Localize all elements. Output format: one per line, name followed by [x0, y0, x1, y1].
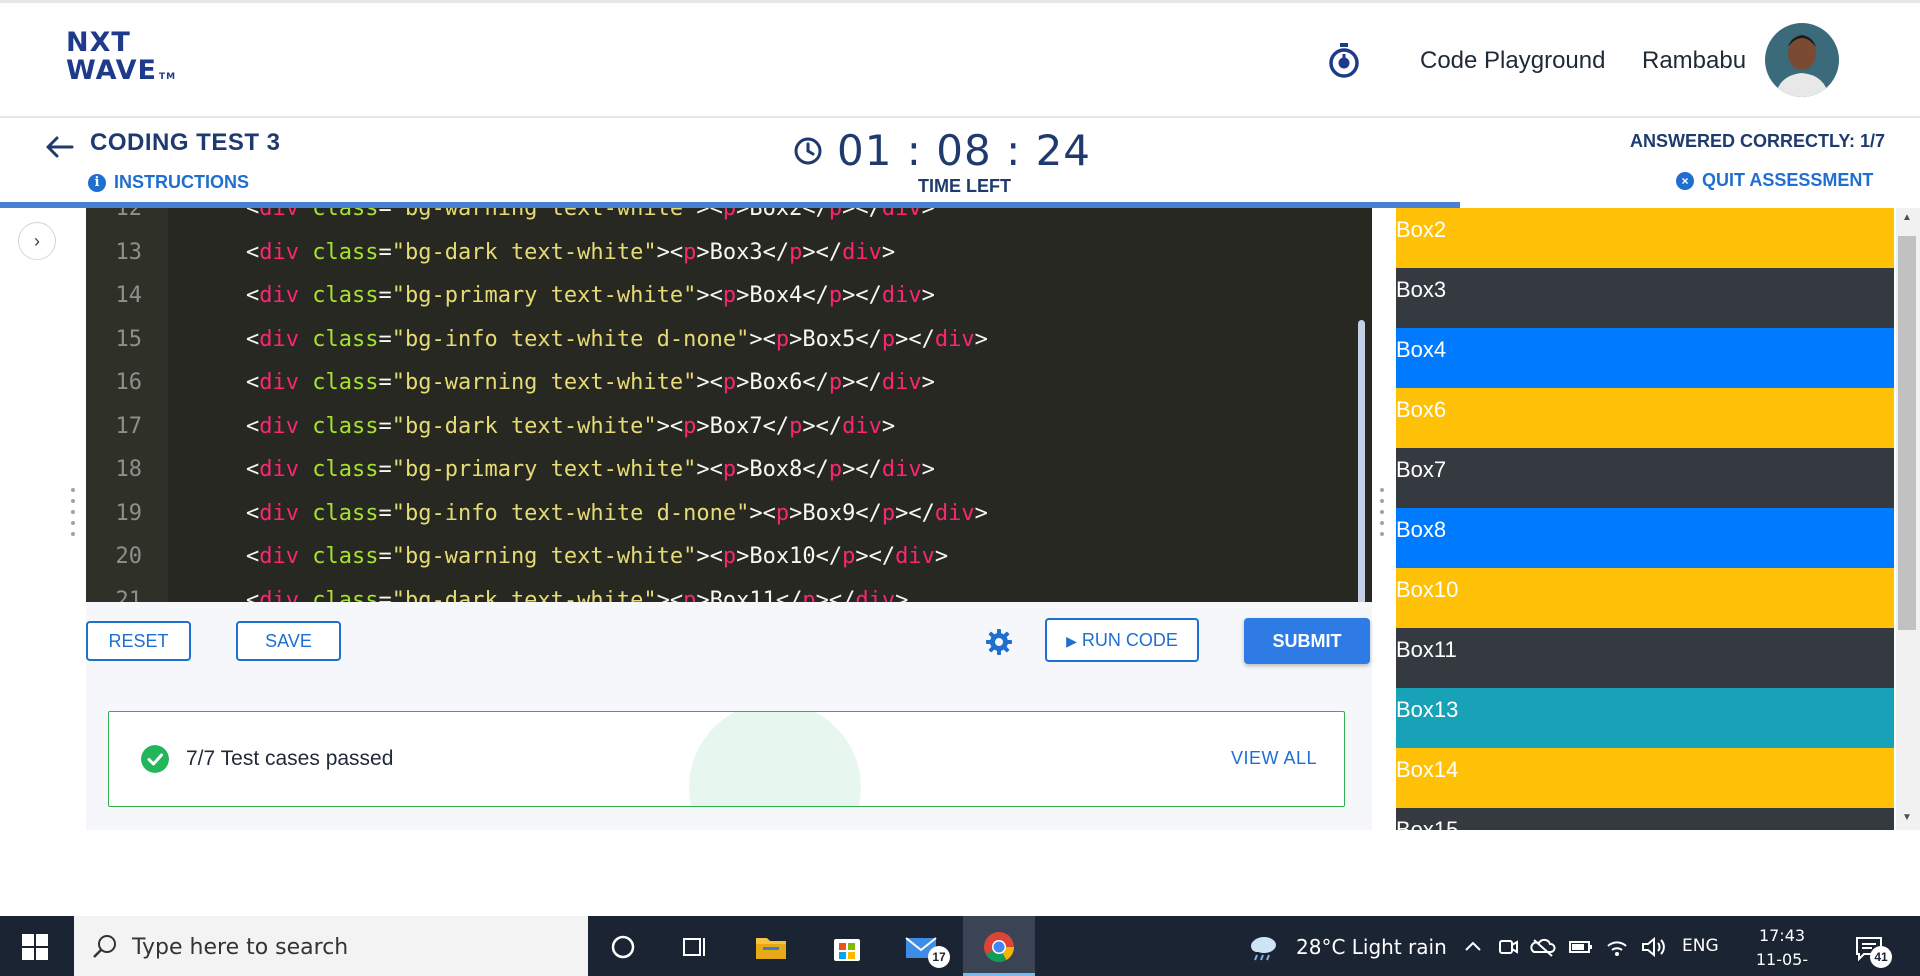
- reset-button[interactable]: RESET: [86, 621, 191, 661]
- clock[interactable]: 17:43 11-05-2022: [1736, 924, 1828, 976]
- notification-badge: 41: [1870, 946, 1892, 968]
- code-text: <div class="bg-info text-white d-none"><…: [246, 326, 988, 352]
- instructions-link[interactable]: i INSTRUCTIONS: [88, 172, 249, 193]
- mail-badge: 17: [928, 946, 950, 968]
- middle-resize-handle[interactable]: [1380, 488, 1386, 544]
- code-text: <div class="bg-warning text-white"><p>Bo…: [246, 208, 935, 221]
- info-icon: i: [88, 173, 106, 192]
- code-text: <div class="bg-info text-white d-none"><…: [246, 500, 988, 526]
- line-number: 16: [115, 370, 143, 395]
- line-number: 19: [115, 500, 143, 526]
- settings-gear-icon[interactable]: [985, 628, 1013, 656]
- stopwatch-icon[interactable]: [1325, 41, 1363, 79]
- language-indicator[interactable]: ENG: [1682, 936, 1719, 956]
- file-explorer-icon[interactable]: [754, 930, 788, 964]
- battery-icon[interactable]: [1568, 930, 1594, 964]
- timer-value: 01 : 08 : 24: [837, 126, 1092, 175]
- clock-icon: [794, 137, 822, 164]
- line-number: 21: [115, 587, 143, 603]
- username[interactable]: Rambabu: [1642, 47, 1746, 75]
- preview-box: Box8: [1396, 508, 1894, 568]
- code-text: <div class="bg-warning text-white"><p>Bo…: [246, 544, 949, 569]
- scroll-up-arrow-icon[interactable]: ▲: [1898, 212, 1916, 223]
- preview-box: Box2: [1396, 208, 1894, 268]
- close-circle-icon: ×: [1676, 171, 1694, 190]
- wifi-icon[interactable]: [1604, 930, 1630, 964]
- timer: 01 : 08 : 24: [793, 126, 1091, 175]
- code-text: <div class="bg-warning text-white"><p>Bo…: [246, 370, 935, 395]
- code-text: <div class="bg-dark text-white"><p>Box3<…: [246, 239, 896, 265]
- preview-box: Box15: [1396, 808, 1894, 830]
- code-line[interactable]: 15 <div class="bg-info text-white d-none"…: [86, 318, 1372, 362]
- code-playground-link[interactable]: Code Playground: [1420, 47, 1605, 75]
- onedrive-offline-icon[interactable]: [1530, 930, 1556, 964]
- code-line[interactable]: 16 <div class="bg-warning text-white"><p>…: [86, 361, 1372, 405]
- quit-assessment-button[interactable]: × QUIT ASSESSMENT: [1676, 170, 1873, 191]
- preview-box: Box11: [1396, 628, 1894, 688]
- avatar[interactable]: [1765, 23, 1839, 97]
- preview-box: Box3: [1396, 268, 1894, 328]
- left-resize-handle[interactable]: [71, 488, 77, 544]
- line-number: 18: [115, 457, 143, 482]
- submit-button[interactable]: SUBMIT: [1244, 618, 1370, 664]
- nxtwave-logo[interactable]: NXT WAVE TM: [66, 29, 176, 91]
- code-text: <div class="bg-primary text-white"><p>Bo…: [246, 283, 935, 308]
- search-icon: [93, 935, 116, 958]
- preview-box: Box14: [1396, 748, 1894, 808]
- preview-box: Box6: [1396, 388, 1894, 448]
- line-number: 13: [115, 239, 143, 265]
- code-line[interactable]: 20 <div class="bg-warning text-white"><p>…: [86, 535, 1372, 579]
- check-circle-icon: [141, 745, 169, 773]
- windows-taskbar: Type here to search 17 28°C Light rain E…: [0, 916, 1920, 976]
- top-navbar: NXT WAVE TM Code Playground Rambabu: [0, 0, 1920, 118]
- task-view-icon[interactable]: [678, 930, 712, 964]
- view-all-link[interactable]: VIEW ALL: [1231, 748, 1317, 769]
- code-editor[interactable]: 12 <div class="bg-warning text-white"><p>…: [86, 208, 1372, 602]
- play-icon: ▶: [1066, 633, 1077, 649]
- code-text: <div class="bg-dark text-white"><p>Box7<…: [246, 413, 896, 439]
- line-number: 20: [115, 544, 143, 569]
- code-text: <div class="bg-dark text-white"><p>Box11…: [246, 587, 909, 603]
- preview-box: Box7: [1396, 448, 1894, 508]
- line-number: 14: [115, 283, 143, 308]
- code-line[interactable]: 12 <div class="bg-warning text-white"><p>…: [86, 208, 1372, 231]
- answered-correctly: ANSWERED CORRECTLY: 1/7: [1630, 131, 1886, 151]
- result-text: 7/7 Test cases passed: [186, 747, 394, 770]
- cortana-icon[interactable]: [606, 930, 640, 964]
- code-line[interactable]: 21 <div class="bg-dark text-white"><p>Box…: [86, 579, 1372, 603]
- code-line[interactable]: 19 <div class="bg-info text-white d-none"…: [86, 492, 1372, 536]
- line-number: 15: [115, 326, 143, 352]
- code-line[interactable]: 18 <div class="bg-primary text-white"><p>…: [86, 448, 1372, 492]
- run-code-button[interactable]: ▶ RUN CODE: [1045, 618, 1199, 662]
- preview-scroll-thumb[interactable]: [1898, 236, 1916, 630]
- result-background-check: [689, 712, 861, 806]
- line-number: 12: [115, 208, 143, 221]
- weather-text[interactable]: 28°C Light rain: [1296, 935, 1447, 959]
- microsoft-store-icon[interactable]: [830, 930, 864, 964]
- meet-now-icon[interactable]: [1496, 930, 1520, 964]
- back-arrow-icon[interactable]: [44, 134, 76, 160]
- output-preview: Box2 Box3 Box4 Box6 Box7 Box8 Box10 Box11 Box13 B…: [1396, 208, 1894, 830]
- time-left-label: TIME LEFT: [918, 176, 1011, 196]
- save-button[interactable]: SAVE: [236, 621, 341, 661]
- code-line[interactable]: 14 <div class="bg-primary text-white"><p>…: [86, 274, 1372, 318]
- preview-box: Box4: [1396, 328, 1894, 388]
- test-title: CODING TEST 3: [90, 129, 281, 156]
- expand-panel-button[interactable]: ›: [18, 222, 56, 260]
- code-line[interactable]: 17 <div class="bg-dark text-white"><p>Box…: [86, 405, 1372, 449]
- chrome-icon[interactable]: [982, 930, 1016, 964]
- taskbar-search-box[interactable]: Type here to search: [74, 916, 588, 976]
- test-result-banner: 7/7 Test cases passed VIEW ALL: [108, 711, 1345, 807]
- line-number: 17: [115, 413, 143, 439]
- volume-icon[interactable]: [1640, 930, 1668, 964]
- chevron-up-icon[interactable]: [1462, 930, 1484, 964]
- windows-start-icon[interactable]: [22, 934, 48, 960]
- code-text: <div class="bg-primary text-white"><p>Bo…: [246, 457, 935, 482]
- scroll-down-arrow-icon[interactable]: ▼: [1898, 812, 1916, 823]
- preview-box: Box10: [1396, 568, 1894, 628]
- code-line[interactable]: 13 <div class="bg-dark text-white"><p>Box…: [86, 231, 1372, 275]
- cloud-rain-icon[interactable]: [1246, 930, 1280, 964]
- preview-box: Box13: [1396, 688, 1894, 748]
